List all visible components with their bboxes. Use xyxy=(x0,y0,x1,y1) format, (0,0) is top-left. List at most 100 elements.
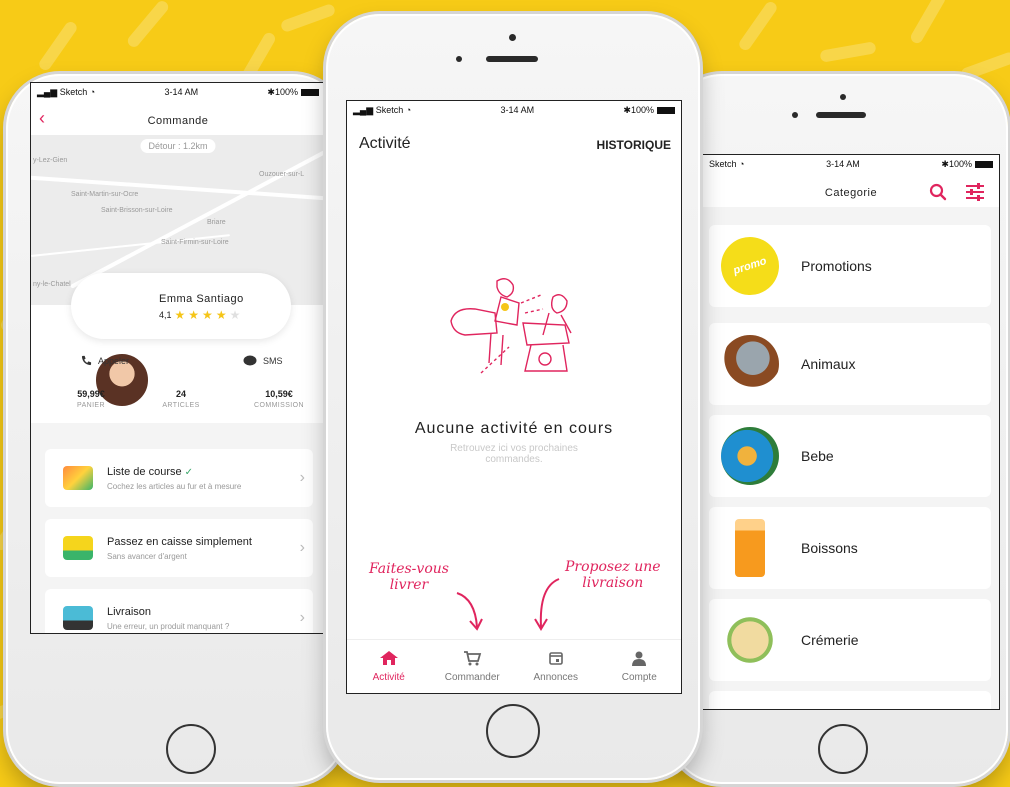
bluetooth-icon: ✱ xyxy=(267,86,275,97)
category-item-next[interactable] xyxy=(709,691,991,709)
card-title: Passez en caisse simplement xyxy=(107,535,252,548)
star-icon: ★ xyxy=(188,308,200,322)
promo-badge-icon: promo xyxy=(713,229,787,303)
search-icon[interactable] xyxy=(929,183,947,201)
status-time: 3-14 AM xyxy=(164,87,199,97)
tab-activite[interactable]: Activité xyxy=(347,640,431,693)
map-road xyxy=(70,144,325,289)
user-icon xyxy=(632,651,647,666)
category-item-boissons[interactable]: Boissons xyxy=(709,507,991,589)
rating-value: 4,1 xyxy=(159,310,172,320)
wifi-icon: ◔ xyxy=(89,86,96,97)
home-button[interactable] xyxy=(486,704,540,758)
wifi-icon: ◔ xyxy=(405,104,412,115)
card-title: Livraison xyxy=(107,605,152,618)
status-bar: Sketch ◔ 3-14 AM ✱100% xyxy=(703,155,999,173)
filter-sliders-icon[interactable] xyxy=(965,183,985,201)
promo-badge-text: promo xyxy=(731,255,769,277)
pet-food-icon xyxy=(721,335,779,393)
tab-commander[interactable]: Commander xyxy=(431,640,515,693)
speaker-grille xyxy=(486,56,538,62)
page-title: Commande xyxy=(147,115,209,127)
bluetooth-icon: ✱ xyxy=(623,104,631,115)
arrow-down-right-icon xyxy=(456,592,483,631)
calendar-icon xyxy=(548,652,563,665)
camera-dot xyxy=(456,56,462,62)
category-item-animaux[interactable]: Animaux xyxy=(709,323,991,405)
star-empty-icon: ★ xyxy=(229,308,241,322)
tab-label: Commander xyxy=(444,672,500,683)
delivery-card[interactable]: Livraison Une erreur, un produit manquan… xyxy=(45,589,313,633)
tab-compte[interactable]: Compte xyxy=(598,640,682,693)
checkout-card[interactable]: Passez en caisse simplement Sans avancer… xyxy=(45,519,313,577)
sms-label: SMS xyxy=(263,356,283,366)
category-label: Boissons xyxy=(801,540,858,556)
tab-label: Activité xyxy=(372,672,405,683)
star-icon: ★ xyxy=(215,308,227,322)
home-button[interactable] xyxy=(166,724,216,774)
checkmark-icon: ✓ xyxy=(184,466,194,478)
camera-dot xyxy=(792,112,798,118)
front-camera xyxy=(840,94,846,100)
card-subtitle: Sans avancer d'argent xyxy=(107,551,187,561)
stat-commission: 10,59€ COMMISSION xyxy=(239,389,319,409)
signal-icon: ▂▄▆ xyxy=(353,104,374,115)
card-subtitle: Une erreur, un produit manquant ? xyxy=(107,621,230,631)
sms-button[interactable]: SMS xyxy=(243,355,283,367)
stat-label: ARTICLES xyxy=(162,402,200,409)
delivery-car-icon xyxy=(63,606,93,630)
category-item-promotions[interactable]: promo Promotions xyxy=(709,225,991,307)
signal-icon: ▂▄▆ xyxy=(37,86,58,97)
carrier-label: Sketch xyxy=(709,159,737,169)
category-label: Crémerie xyxy=(801,632,859,648)
stat-label: PANIER xyxy=(77,402,105,409)
map-place: Saint-Firmin-sur-Loire xyxy=(161,239,229,246)
order-actions-list: Liste de course ✓ Cochez les articles au… xyxy=(31,423,325,633)
annotation-line: Faites-vous xyxy=(369,561,449,577)
bluetooth-icon: ✱ xyxy=(941,158,949,169)
annotation-line: livrer xyxy=(389,577,429,594)
carrier-label: Sketch xyxy=(375,104,404,115)
courier-name: Emma Santiago xyxy=(159,293,244,305)
baby-bowl-icon xyxy=(721,427,779,485)
shopping-list-card[interactable]: Liste de course ✓ Cochez les articles au… xyxy=(45,449,313,507)
history-link[interactable]: HISTORIQUE xyxy=(597,138,671,152)
empty-state-subtitle-line: Retrouvez ici vos prochaines xyxy=(450,443,578,454)
detour-pill: Détour : 1.2km xyxy=(140,139,216,153)
map-place: Saint-Martin-sur-Ocre xyxy=(71,191,139,198)
call-button[interactable]: Appeler xyxy=(81,355,129,366)
map-place: y-Lez-Gien xyxy=(33,157,68,164)
chevron-right-icon: › xyxy=(299,469,305,486)
tab-annonces[interactable]: Annonces xyxy=(514,640,598,693)
cash-register-icon xyxy=(63,536,93,560)
page-title: Activité xyxy=(359,135,411,152)
battery-label: 100% xyxy=(630,104,654,115)
speaker-grille xyxy=(816,112,866,118)
empty-state-illustration xyxy=(450,278,572,374)
map-place: Ouzouer-sur-L xyxy=(259,171,305,178)
category-list: promo Promotions Animaux Bebe Boissons C… xyxy=(703,207,999,709)
empty-state-subtitle-line: commandes. xyxy=(485,454,543,465)
chevron-right-icon: › xyxy=(299,539,305,556)
map-place: ny-le-Chatel xyxy=(33,281,71,288)
cart-icon xyxy=(464,651,482,666)
stat-articles: 24 ARTICLES xyxy=(141,389,221,409)
category-item-bebe[interactable]: Bebe xyxy=(709,415,991,497)
card-title: Liste de course xyxy=(107,465,182,478)
annotation-line: Proposez une xyxy=(565,559,661,575)
call-label: Appeler xyxy=(98,355,130,366)
stat-label: COMMISSION xyxy=(254,402,304,409)
empty-state-subtitle: Retrouvez ici vos prochaines commandes. xyxy=(347,443,681,465)
battery-label: 100% xyxy=(274,86,298,97)
category-item-cremerie[interactable]: Crémerie xyxy=(709,599,991,681)
battery-label: 100% xyxy=(948,158,972,169)
stat-value: 24 xyxy=(175,389,186,399)
category-label: Bebe xyxy=(801,448,834,464)
star-icon: ★ xyxy=(202,308,213,322)
stat-value: 59,99€ xyxy=(77,389,105,399)
status-time: 3-14 AM xyxy=(826,159,860,169)
status-bar: ▂▄▆ Sketch ◔ 3-14 AM ✱100% xyxy=(31,83,325,101)
home-button[interactable] xyxy=(818,724,868,774)
juice-glass-icon xyxy=(735,519,765,577)
courier-card xyxy=(71,273,291,339)
